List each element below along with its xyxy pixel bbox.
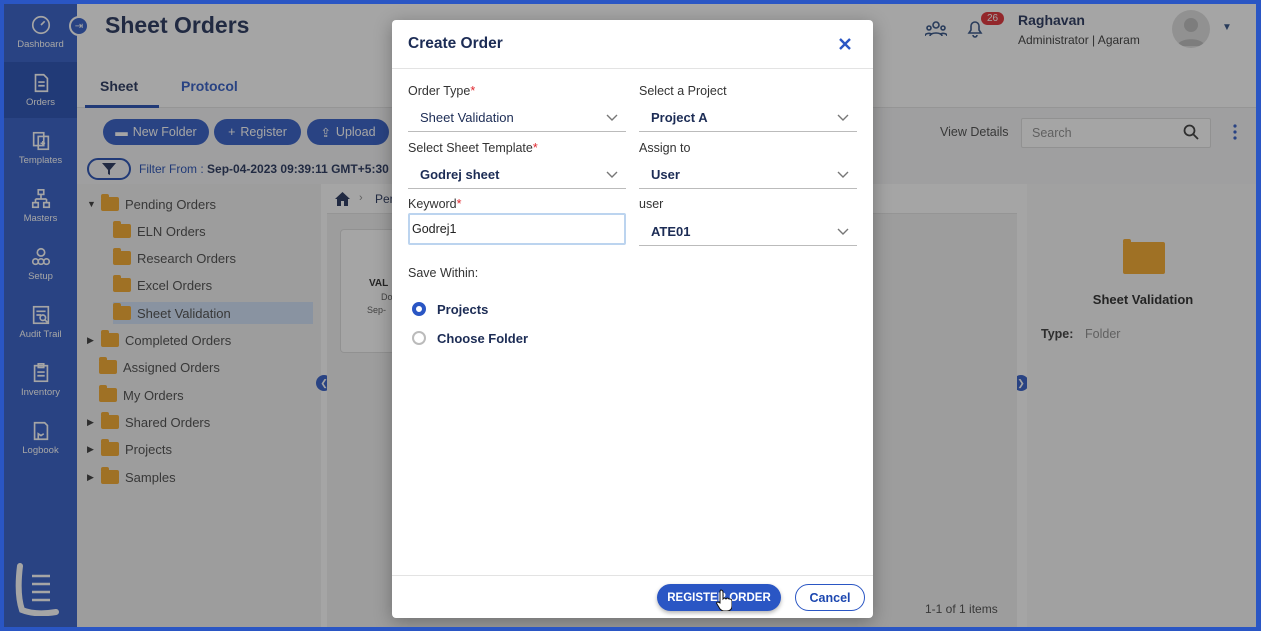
label-text: Select Sheet Template bbox=[408, 141, 533, 155]
app-window: Dashboard Orders Templates Masters Setup… bbox=[4, 4, 1256, 627]
select-value: Godrej sheet bbox=[420, 167, 500, 182]
dialog-footer: REGISTER ORDER Cancel bbox=[392, 575, 873, 618]
keyword-label: Keyword* bbox=[408, 197, 462, 211]
save-within-label: Save Within: bbox=[408, 266, 479, 280]
dialog-title: Create Order bbox=[408, 35, 503, 52]
dialog-header: Create Order bbox=[392, 20, 873, 69]
chevron-down-icon bbox=[837, 114, 849, 121]
radio-label: Choose Folder bbox=[437, 330, 529, 346]
close-icon[interactable] bbox=[836, 35, 854, 53]
required-marker: * bbox=[456, 197, 462, 211]
required-marker: * bbox=[532, 141, 538, 155]
chevron-down-icon bbox=[606, 171, 618, 178]
radio-projects[interactable]: Projects bbox=[412, 300, 488, 318]
select-value: Project A bbox=[651, 110, 708, 125]
radio-label: Projects bbox=[437, 301, 489, 317]
hand-cursor-icon bbox=[716, 589, 732, 611]
radio-unchecked-icon[interactable] bbox=[412, 331, 426, 345]
chevron-down-icon bbox=[837, 171, 849, 178]
sheet-template-label: Select Sheet Template* bbox=[408, 141, 538, 155]
chevron-down-icon bbox=[606, 114, 618, 121]
label-text: Order Type bbox=[408, 84, 471, 98]
assign-to-select[interactable]: User bbox=[639, 161, 857, 189]
user-select[interactable]: ATE01 bbox=[639, 218, 857, 246]
select-value: ATE01 bbox=[651, 224, 691, 239]
required-marker: * bbox=[470, 84, 476, 98]
label-text: Keyword bbox=[408, 197, 457, 211]
keyword-input[interactable] bbox=[408, 213, 626, 245]
create-order-dialog: Create Order Order Type* Sheet Validatio… bbox=[392, 20, 873, 618]
project-label: Select a Project bbox=[639, 84, 727, 98]
order-type-label: Order Type* bbox=[408, 84, 475, 98]
project-select[interactable]: Project A bbox=[639, 104, 857, 132]
assign-to-label: Assign to bbox=[639, 141, 691, 155]
select-value: Sheet Validation bbox=[420, 110, 514, 125]
user-label: user bbox=[639, 197, 664, 211]
sheet-template-select[interactable]: Godrej sheet bbox=[408, 161, 626, 189]
chevron-down-icon bbox=[837, 228, 849, 235]
select-value: User bbox=[651, 167, 680, 182]
radio-checked-icon[interactable] bbox=[412, 302, 426, 316]
radio-choose-folder[interactable]: Choose Folder bbox=[412, 329, 528, 347]
cancel-button[interactable]: Cancel bbox=[795, 584, 865, 611]
order-type-select[interactable]: Sheet Validation bbox=[408, 104, 626, 132]
